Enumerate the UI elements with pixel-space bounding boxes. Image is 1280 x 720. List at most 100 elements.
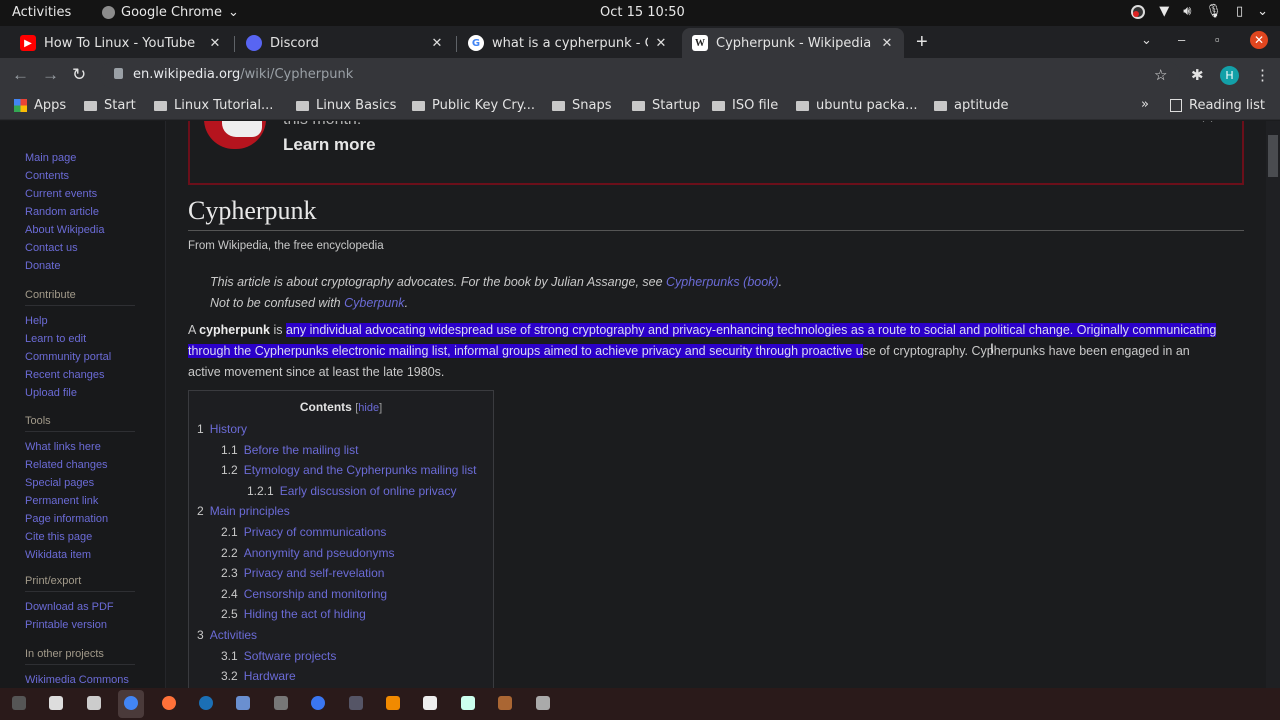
steam-icon[interactable] (199, 696, 213, 710)
extensions-icon[interactable]: ✱ (1191, 66, 1204, 84)
disks-icon[interactable] (86, 696, 101, 710)
remote-icon[interactable] (236, 696, 251, 710)
toc-item-label: Main principles (209, 504, 290, 519)
clock[interactable]: Oct 15 10:50 (600, 5, 685, 20)
url-text[interactable]: en.wikipedia.org/wiki/Cypherpunk (133, 67, 353, 82)
toc-item[interactable]: 3.1 Software projects (221, 649, 336, 663)
minimize-button[interactable]: – (1178, 32, 1185, 47)
page-scrollbar[interactable] (1266, 121, 1280, 688)
bookmark-apps[interactable]: Apps (14, 98, 66, 113)
bookmark-folder[interactable]: Public Key Cry... (412, 98, 535, 113)
toc-item[interactable]: 1.2.1 Early discussion of online privacy (247, 484, 456, 498)
toc-item[interactable]: 1.1 Before the mailing list (221, 443, 358, 457)
sidebar-item-random-article[interactable]: Random article (25, 203, 105, 221)
screen-record-icon[interactable] (1131, 4, 1146, 19)
reading-list-button[interactable]: Reading list (1170, 98, 1265, 113)
sidebar-item-donate[interactable]: Donate (25, 257, 105, 275)
forward-button[interactable]: → (42, 65, 59, 85)
sidebar-item-what-links-here[interactable]: What links here (25, 438, 135, 456)
files-icon[interactable] (49, 696, 64, 710)
sidebar-item-recent-changes[interactable]: Recent changes (25, 366, 135, 384)
sidebar-item-about[interactable]: About Wikipedia (25, 221, 105, 239)
sidebar-item-help[interactable]: Help (25, 312, 135, 330)
sidebar-item-wikidata[interactable]: Wikidata item (25, 546, 135, 564)
close-window-button[interactable]: ✕ (1250, 31, 1268, 49)
bookmark-folder[interactable]: Snaps (552, 98, 611, 113)
toc-item[interactable]: 2.1 Privacy of communications (221, 525, 386, 539)
back-button[interactable]: ← (12, 65, 29, 85)
sidebar-item-wikimedia-commons[interactable]: Wikimedia Commons (25, 671, 135, 688)
profile-avatar[interactable]: H (1220, 66, 1239, 85)
reload-button[interactable]: ↻ (72, 65, 86, 85)
bookmark-folder[interactable]: ISO file (712, 98, 778, 113)
bookmark-folder[interactable]: aptitude (934, 98, 1009, 113)
tab-youtube[interactable]: ▶ How To Linux - YouTube ✕ (10, 28, 232, 58)
close-tab-icon[interactable]: ✕ (208, 36, 222, 51)
sidebar-item-main-page[interactable]: Main page (25, 149, 105, 167)
wiki-sidebar: Main page Contents Current events Random… (0, 121, 166, 688)
sidebar-item-special-pages[interactable]: Special pages (25, 474, 135, 492)
menu-kebab-icon[interactable]: ⋮ (1255, 66, 1270, 84)
sidebar-item-page-information[interactable]: Page information (25, 510, 135, 528)
terminal-icon[interactable] (12, 696, 26, 710)
vlc-icon[interactable] (386, 696, 400, 710)
bookmark-folder[interactable]: Linux Basics (296, 98, 396, 113)
tab-google-search[interactable]: G what is a cypherpunk - Go ✕ (458, 28, 678, 58)
lock-icon[interactable] (114, 68, 123, 79)
sidebar-item-current-events[interactable]: Current events (25, 185, 105, 203)
sidebar-item-related-changes[interactable]: Related changes (25, 456, 135, 474)
system-tray[interactable]: ▼ 🔊︎ 🎙︎ ▯ ⌄ (1131, 4, 1268, 19)
sidebar-item-learn-to-edit[interactable]: Learn to edit (25, 330, 135, 348)
firefox-icon[interactable] (161, 696, 176, 710)
sidebar-item-download-pdf[interactable]: Download as PDF (25, 598, 135, 616)
close-tab-icon[interactable]: ✕ (654, 36, 668, 51)
github-desktop-icon[interactable] (423, 696, 438, 710)
toc-item[interactable]: 2.5 Hiding the act of hiding (221, 607, 366, 621)
scrollbar-thumb[interactable] (1268, 135, 1278, 177)
sidebar-item-permanent-link[interactable]: Permanent link (25, 492, 135, 510)
sidebar-item-contents[interactable]: Contents (25, 167, 105, 185)
toc-item[interactable]: 2.4 Censorship and monitoring (221, 587, 387, 601)
sidebar-item-upload-file[interactable]: Upload file (25, 384, 135, 402)
sidebar-item-contact[interactable]: Contact us (25, 239, 105, 257)
close-tab-icon[interactable]: ✕ (880, 36, 894, 51)
toc-item-label: Censorship and monitoring (243, 586, 388, 601)
vscodium-icon[interactable] (460, 696, 475, 710)
toc-item[interactable]: 1.2 Etymology and the Cypherpunks mailing… (221, 463, 476, 477)
photo-app-icon[interactable] (498, 696, 513, 710)
toc-item[interactable]: 3.2 Hardware (221, 669, 296, 683)
maximize-button[interactable]: ▫ (1215, 32, 1220, 47)
cyberpunk-link[interactable]: Cyberpunk (344, 296, 404, 310)
toc-item[interactable]: 2 Main principles (197, 504, 290, 518)
bookmark-folder[interactable]: Start (84, 98, 136, 113)
toc-item[interactable]: 2.2 Anonymity and pseudonyms (221, 546, 394, 560)
tab-search-button[interactable]: ⌄ (1141, 32, 1152, 48)
bookmarks-overflow-button[interactable]: » (1141, 97, 1149, 112)
tab-discord[interactable]: Discord ✕ (236, 28, 454, 58)
close-banner-icon[interactable]: ✕ (1200, 121, 1215, 128)
tab-wikipedia[interactable]: W Cypherpunk - Wikipedia ✕ (682, 28, 904, 58)
toc-item[interactable]: 1 History (197, 422, 247, 436)
new-tab-button[interactable]: + (916, 32, 928, 52)
bookmark-folder[interactable]: Linux Tutorial... (154, 98, 273, 113)
terminal-alt-icon[interactable] (348, 696, 363, 710)
close-tab-icon[interactable]: ✕ (430, 36, 444, 51)
bookmark-folder[interactable]: ubuntu packa... (796, 98, 917, 113)
toc-hide-toggle[interactable]: hide (358, 402, 379, 414)
bookmark-star-icon[interactable]: ☆ (1154, 66, 1167, 84)
archive-icon[interactable] (535, 696, 550, 710)
cypherpunks-book-link[interactable]: Cypherpunks (book) (666, 275, 779, 289)
app-menu[interactable]: Google Chrome ⌄ (102, 5, 239, 20)
sidebar-item-community-portal[interactable]: Community portal (25, 348, 135, 366)
activities-button[interactable]: Activities (12, 5, 71, 20)
sidebar-item-printable[interactable]: Printable version (25, 616, 135, 634)
bookmark-folder[interactable]: Startup (632, 98, 700, 113)
signal-icon[interactable] (311, 696, 326, 710)
folder-icon (796, 100, 809, 111)
address-bar[interactable]: en.wikipedia.org/wiki/Cypherpunk (100, 61, 1180, 89)
toc-item[interactable]: 3 Activities (197, 628, 257, 642)
toc-item[interactable]: 2.3 Privacy and self-revelation (221, 566, 384, 580)
learn-more-link[interactable]: Learn more (283, 135, 376, 155)
screenshot-icon[interactable] (273, 696, 288, 710)
sidebar-item-cite[interactable]: Cite this page (25, 528, 135, 546)
